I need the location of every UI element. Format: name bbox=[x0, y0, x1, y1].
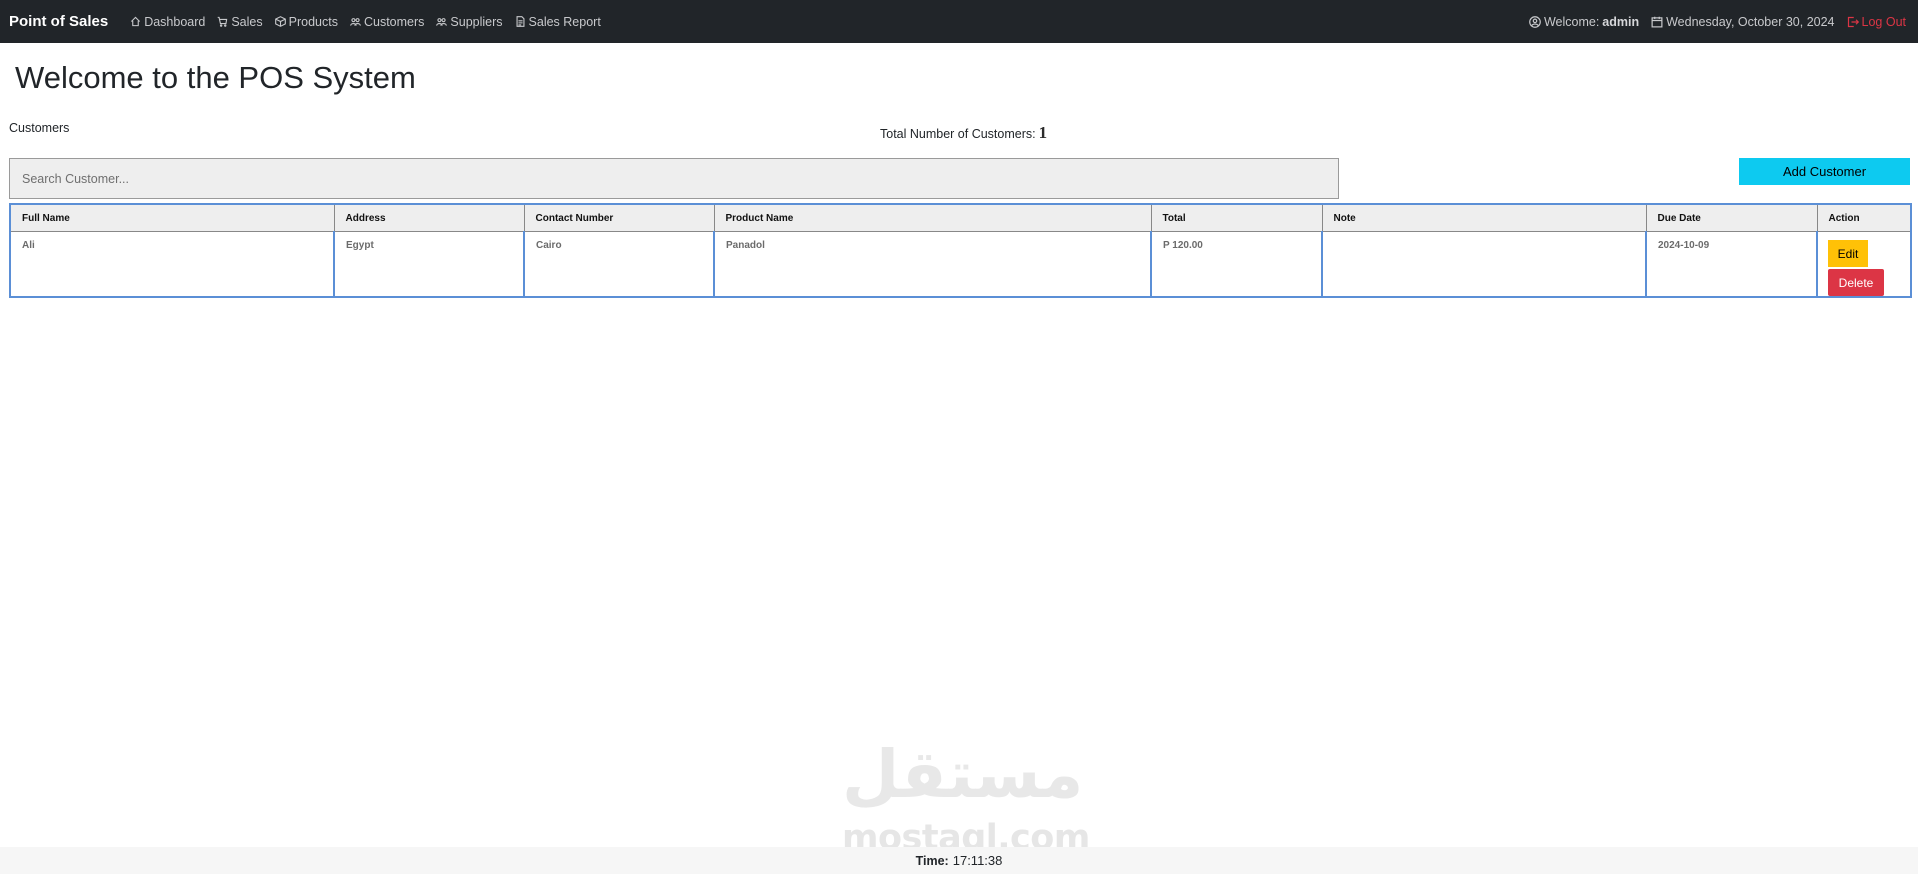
people-icon bbox=[350, 18, 361, 26]
column-header: Full Name bbox=[9, 203, 335, 232]
nav-item-products[interactable]: Products bbox=[274, 14, 338, 29]
cell-note bbox=[1321, 231, 1647, 297]
add-customer-button[interactable]: Add Customer bbox=[1739, 158, 1910, 185]
file-icon bbox=[516, 16, 525, 27]
welcome-label: Welcome: bbox=[1543, 14, 1600, 29]
nav-item-label: Sales bbox=[231, 14, 263, 29]
cell-action: Edit Delete bbox=[1816, 231, 1912, 297]
house-icon bbox=[131, 16, 141, 27]
current-date: Wednesday, October 30, 2024 bbox=[1651, 14, 1835, 29]
nav-item-label: Dashboard bbox=[144, 14, 206, 29]
brand-title[interactable]: Point of Sales bbox=[9, 13, 108, 30]
username: admin bbox=[1602, 14, 1640, 29]
people-icon bbox=[436, 18, 448, 26]
search-input[interactable] bbox=[9, 158, 1339, 199]
footer: Time: 17:11:38 bbox=[0, 847, 1918, 874]
table-row: Ali Egypt Cairo Panadol P 120.00 2024-10… bbox=[9, 231, 1912, 297]
logout-link[interactable]: Log Out bbox=[1847, 15, 1906, 29]
time-value: 17:11:38 bbox=[952, 853, 1003, 868]
nav-item-sales[interactable]: Sales bbox=[217, 14, 263, 29]
customers-table: Full Name Address Contact Number Product… bbox=[9, 203, 1912, 298]
logout-label: Log Out bbox=[1861, 14, 1906, 29]
column-header: Address bbox=[333, 203, 525, 232]
nav-menu: Dashboard Sales Products Customers Suppl… bbox=[118, 15, 601, 29]
cell-full-name: Ali bbox=[9, 231, 335, 297]
cart-icon bbox=[218, 16, 228, 27]
nav-item-label: Products bbox=[288, 14, 338, 29]
user-circle-icon bbox=[1529, 15, 1541, 28]
calendar-icon bbox=[1651, 16, 1663, 27]
cell-contact-number: Cairo bbox=[523, 231, 715, 297]
top-navbar: Point of Sales Dashboard Sales Products … bbox=[0, 0, 1918, 43]
column-header: Total bbox=[1150, 203, 1323, 232]
column-header: Product Name bbox=[713, 203, 1152, 232]
delete-button[interactable]: Delete bbox=[1828, 269, 1884, 296]
cell-total: P 120.00 bbox=[1150, 231, 1323, 297]
cell-due-date: 2024-10-09 bbox=[1645, 231, 1818, 297]
total-customers-value: 1 bbox=[1038, 123, 1048, 142]
column-header: Contact Number bbox=[523, 203, 715, 232]
total-customers-label: Total Number of Customers: bbox=[880, 127, 1036, 141]
logout-icon bbox=[1847, 16, 1859, 27]
page-title: Welcome to the POS System bbox=[15, 60, 416, 95]
edit-button[interactable]: Edit bbox=[1828, 240, 1868, 267]
nav-item-label: Customers bbox=[363, 14, 425, 29]
nav-item-label: Sales Report bbox=[528, 14, 601, 29]
date-text: Wednesday, October 30, 2024 bbox=[1666, 14, 1835, 29]
nav-user-area: Welcome: admin Wednesday, October 30, 20… bbox=[1517, 0, 1906, 43]
box-icon bbox=[274, 16, 286, 27]
nav-item-suppliers[interactable]: Suppliers bbox=[436, 14, 503, 29]
column-header: Action bbox=[1816, 203, 1912, 232]
cell-address: Egypt bbox=[333, 231, 525, 297]
total-customers: Total Number of Customers: 1 bbox=[880, 123, 1047, 143]
welcome-text: Welcome: admin bbox=[1529, 15, 1639, 29]
section-label: Customers bbox=[9, 121, 70, 135]
watermark-arabic: مستقل bbox=[842, 736, 1084, 813]
column-header: Note bbox=[1321, 203, 1647, 232]
column-header: Due Date bbox=[1645, 203, 1818, 232]
cell-product-name: Panadol bbox=[713, 231, 1152, 297]
nav-item-sales-report[interactable]: Sales Report bbox=[515, 15, 601, 29]
time-label: Time: bbox=[915, 853, 949, 868]
nav-item-label: Suppliers bbox=[450, 14, 503, 29]
nav-item-dashboard[interactable]: Dashboard bbox=[130, 15, 205, 29]
nav-item-customers[interactable]: Customers bbox=[350, 15, 424, 29]
table-header-row: Full Name Address Contact Number Product… bbox=[9, 203, 1912, 232]
